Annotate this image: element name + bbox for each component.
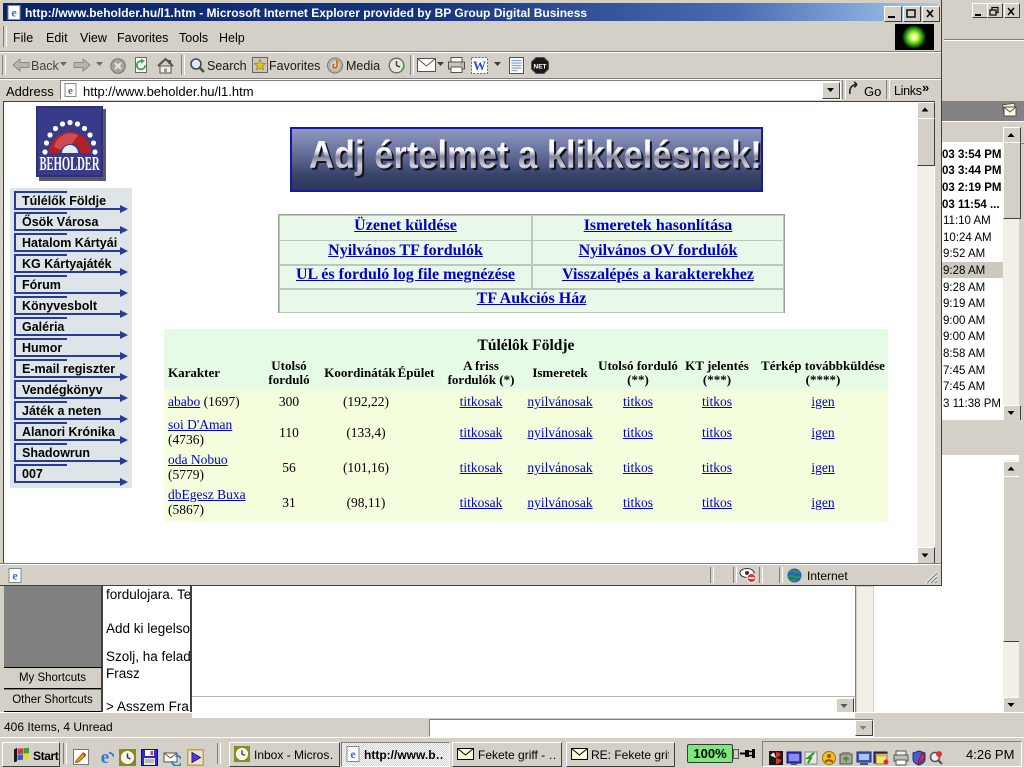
svg-text:e: e <box>350 747 356 761</box>
svg-text:e: e <box>12 569 18 583</box>
svg-text:W: W <box>473 58 486 73</box>
svg-text:NET: NET <box>534 64 547 71</box>
svg-text:e: e <box>11 6 17 20</box>
svg-text:e: e <box>68 85 73 97</box>
svg-text:e: e <box>101 748 109 766</box>
